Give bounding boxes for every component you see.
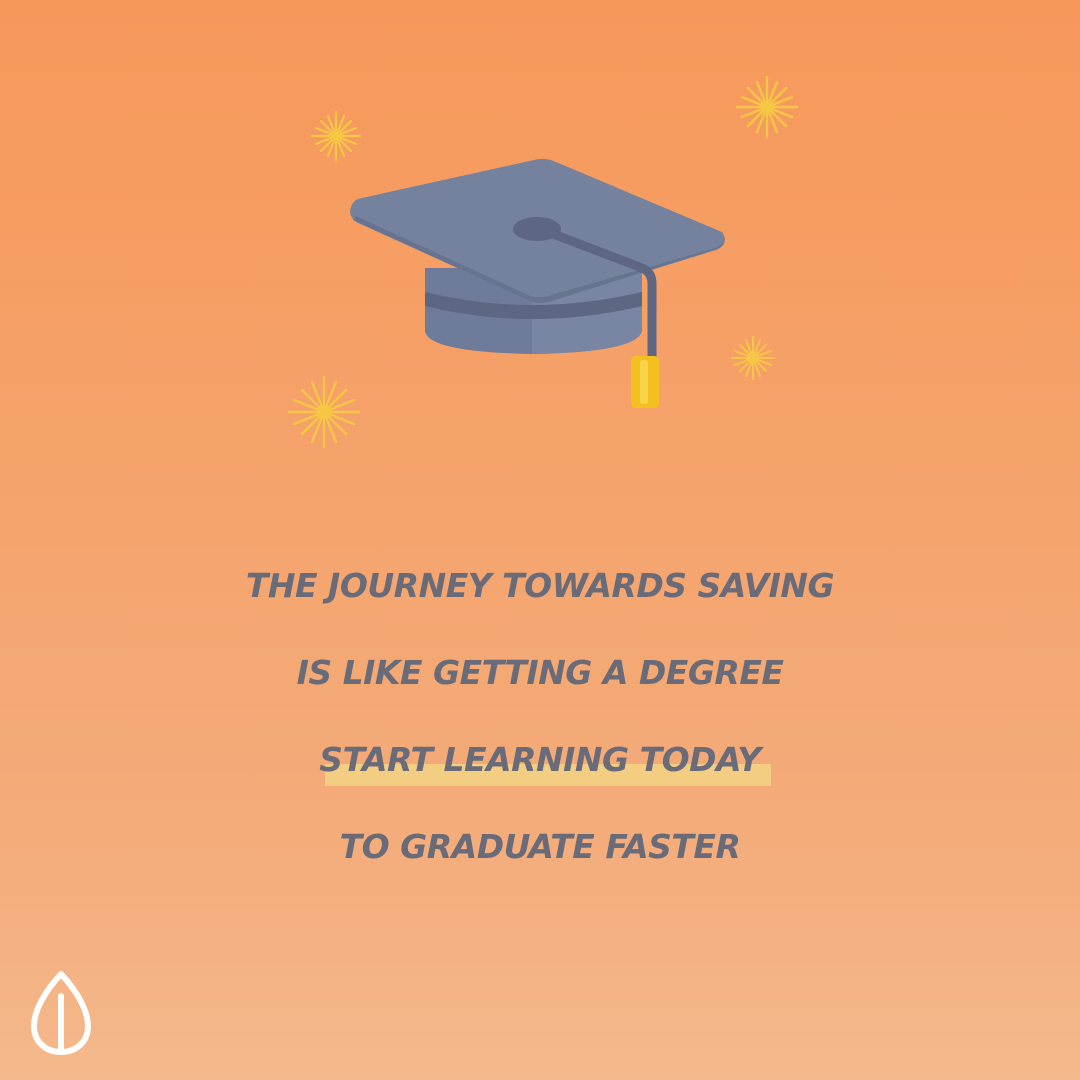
seed-logo-icon (31, 971, 91, 1055)
slogan-line-1: THE JOURNEY TOWARDS SAVING (245, 566, 835, 605)
slogan-line-3-highlighted: START LEARNING TODAY (0, 730, 1080, 817)
highlighted-phrase: START LEARNING TODAY (315, 730, 772, 790)
graduation-cap-icon (350, 158, 725, 408)
slogan: THE JOURNEY TOWARDS SAVING IS LIKE GETTI… (0, 556, 1080, 904)
sparkle-icon (735, 75, 799, 139)
slogan-line-4: TO GRADUATE FASTER (339, 827, 741, 866)
slogan-line-2: IS LIKE GETTING A DEGREE (296, 653, 784, 692)
post-canvas: THE JOURNEY TOWARDS SAVING IS LIKE GETTI… (0, 0, 1080, 1080)
